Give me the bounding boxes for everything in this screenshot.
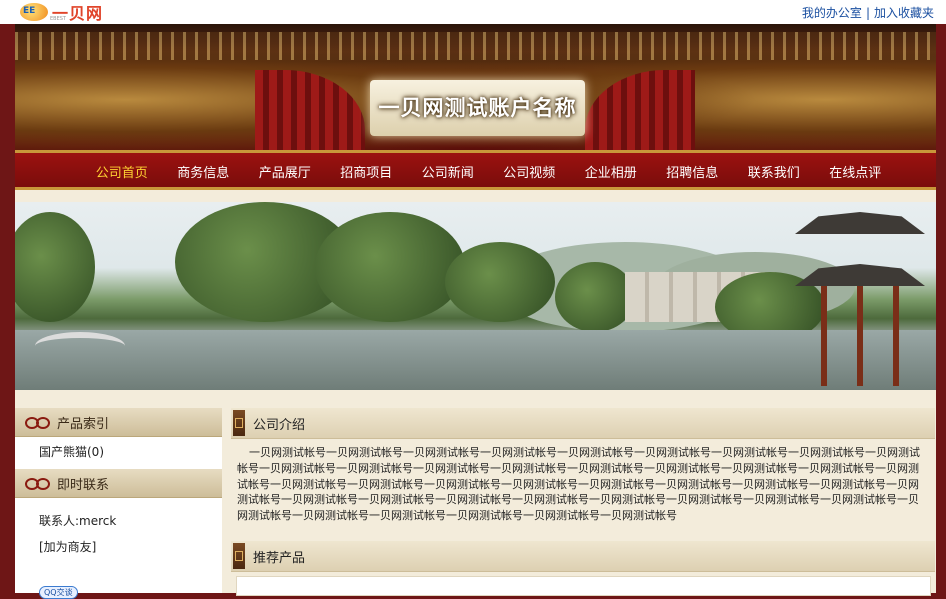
tree-decoration [445,242,555,322]
page-frame: 一贝网测试账户名称 公司首页 商务信息 产品展厅 招商项目 公司新闻 公司视频 … [15,24,936,599]
left-curtain-decoration [255,70,365,150]
add-favorites-link[interactable]: 加入收藏夹 [874,6,934,20]
product-index-header: 产品索引 [15,408,222,437]
pavilion-roof [795,264,925,286]
bridge-decoration [35,332,125,360]
tree-decoration [555,262,635,332]
landscape-hero-image [15,202,936,390]
company-intro-title: 公司介绍 [253,417,306,433]
swirl-icon [23,416,51,429]
contact-info: 联系人:merck [加为商友] [15,498,222,560]
site-title: 一贝网测试账户名称 [378,95,577,120]
product-index-title: 产品索引 [57,416,110,432]
nav-item-company-video[interactable]: 公司视频 [489,162,571,181]
sidebar: 产品索引 国产熊猫(0) 即时联系 联系人:merck [加为商友] QQ交谈 [15,408,222,599]
swirl-icon [23,477,51,490]
logo-mark-text: EE [23,6,36,16]
pavilion-post [821,286,827,386]
recommended-products-header: 推荐产品 [231,541,935,572]
instant-contact-header: 即时联系 [15,469,222,498]
recommended-products-list [236,576,931,596]
roof-eaves-decoration [15,32,936,60]
product-category-item[interactable]: 国产熊猫(0) [15,437,222,465]
pavilion-post [893,286,899,386]
tree-decoration [15,212,95,322]
knot-icon [233,410,245,436]
main-nav: 公司首页 商务信息 产品展厅 招商项目 公司新闻 公司视频 企业相册 招聘信息 … [15,150,936,190]
contact-person: 联系人:merck [39,514,117,528]
top-bar: EE 一贝网 EBEST 我的办公室 | 加入收藏夹 [0,0,946,24]
pavilion-post [857,286,863,386]
nav-item-product-showroom[interactable]: 产品展厅 [244,162,326,181]
top-links-separator: | [865,6,870,20]
instant-contact-title: 即时联系 [57,477,110,493]
pavilion-roof [795,212,925,234]
header-banner: 一贝网测试账户名称 [15,24,936,150]
nav-item-home[interactable]: 公司首页 [81,162,163,181]
knot-icon [233,543,245,569]
top-links: 我的办公室 | 加入收藏夹 [802,4,934,21]
company-intro-text: 一贝网测试帐号一贝网测试帐号一贝网测试帐号一贝网测试帐号一贝网测试帐号一贝网测试… [231,439,935,533]
recommended-products-title: 推荐产品 [253,550,306,566]
tree-decoration [315,212,465,322]
recommended-products: 推荐产品 [231,541,935,596]
right-curtain-decoration [585,70,695,150]
nav-item-reviews[interactable]: 在线点评 [815,162,897,181]
nav-item-album[interactable]: 企业相册 [570,162,652,181]
logo-mark-icon: EE [20,3,48,21]
pavilion-decoration [795,212,925,387]
main-content: 公司介绍 一贝网测试帐号一贝网测试帐号一贝网测试帐号一贝网测试帐号一贝网测试帐号… [231,408,935,596]
logo-subtext: EBEST [50,16,66,22]
nav-item-jobs[interactable]: 招聘信息 [652,162,734,181]
site-logo[interactable]: EE 一贝网 EBEST [20,2,103,23]
company-intro-header: 公司介绍 [231,408,935,439]
nav-item-company-news[interactable]: 公司新闻 [407,162,489,181]
add-friend-link[interactable]: [加为商友] [39,534,222,560]
nav-item-business-info[interactable]: 商务信息 [163,162,245,181]
nav-item-investment[interactable]: 招商项目 [326,162,408,181]
my-office-link[interactable]: 我的办公室 [802,6,862,20]
nav-item-contact[interactable]: 联系我们 [733,162,815,181]
